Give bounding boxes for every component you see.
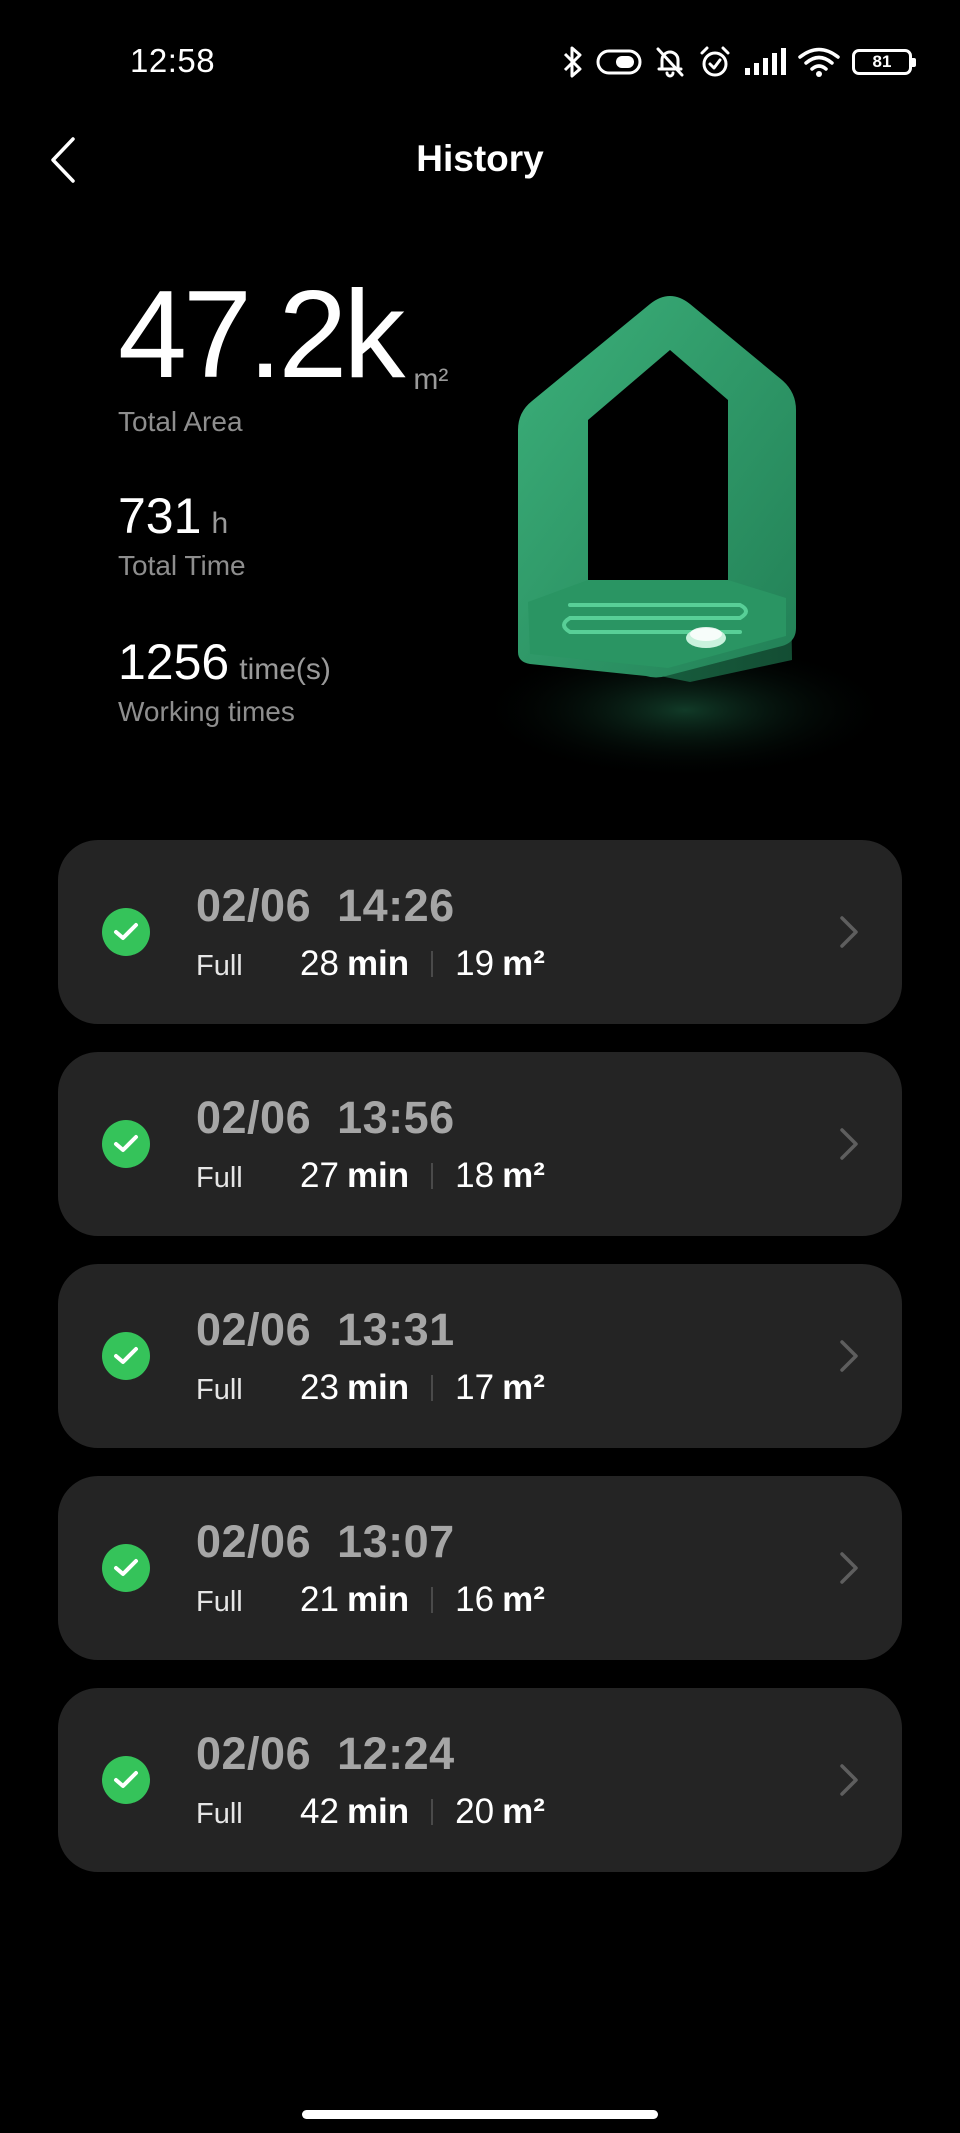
chevron-right-icon: [840, 916, 858, 948]
check-circle-icon: [102, 1332, 150, 1380]
record-divider: [431, 1163, 434, 1189]
record-duration: 27 min: [300, 1156, 409, 1196]
status-bar: 12:58 81: [0, 0, 960, 120]
record-area: 18 m²: [455, 1156, 545, 1196]
bell-off-icon: [654, 45, 686, 79]
record-duration-value: 21: [300, 1580, 339, 1619]
record-area: 16 m²: [455, 1580, 545, 1620]
record-area-unit: m²: [502, 1368, 545, 1407]
record-mode: Full: [196, 1162, 243, 1194]
bluetooth-icon: [562, 45, 584, 79]
record-duration-unit: min: [346, 1580, 410, 1619]
house-illustration: [475, 296, 890, 780]
working-times-stat: 1256 time(s) Working times: [118, 634, 518, 728]
alarm-icon: [698, 45, 732, 79]
record-area: 17 m²: [455, 1368, 545, 1408]
check-circle-icon: [102, 1544, 150, 1592]
record-area-value: 16: [455, 1580, 495, 1619]
record-duration-unit: min: [346, 1792, 410, 1831]
page-title: History: [416, 138, 544, 179]
check-circle-icon: [102, 1120, 150, 1168]
total-time-stat: 731 h Total Time: [118, 488, 518, 582]
signal-icon: [744, 48, 786, 76]
total-area-value: 47.2k: [118, 266, 405, 404]
working-times-value: 1256: [118, 634, 230, 690]
chevron-right-icon: [840, 1552, 858, 1584]
record-duration: 42 min: [300, 1792, 409, 1832]
record-duration-value: 42: [300, 1792, 339, 1831]
status-icons: 81: [562, 42, 916, 82]
chevron-right-icon: [840, 1340, 858, 1372]
total-area-unit: m²: [413, 363, 449, 396]
chevron-right-icon: [840, 1764, 858, 1796]
record-details: Full 42 min 20 m²: [196, 1792, 545, 1836]
history-record-card[interactable]: 02/06 14:26 Full 28 min 19 m²: [58, 840, 902, 1024]
record-area-value: 20: [455, 1792, 495, 1831]
record-duration-unit: min: [346, 944, 410, 983]
record-mode: Full: [196, 1374, 243, 1406]
working-times-unit: time(s): [239, 653, 331, 686]
record-area-unit: m²: [502, 1156, 545, 1195]
record-details: Full 28 min 19 m²: [196, 944, 545, 988]
total-area-stat: 47.2k m² Total Area: [118, 270, 518, 438]
record-area-unit: m²: [502, 1580, 545, 1619]
battery-level: 81: [872, 52, 892, 71]
total-time-unit: h: [211, 507, 229, 540]
record-area-value: 17: [455, 1368, 495, 1407]
record-mode: Full: [196, 950, 243, 982]
status-time: 12:58: [130, 42, 216, 79]
total-time-label: Total Time: [118, 550, 246, 581]
record-divider: [431, 1799, 434, 1825]
record-area-unit: m²: [502, 944, 545, 983]
record-divider: [431, 951, 434, 977]
history-record-card[interactable]: 02/06 13:56 Full 27 min 18 m²: [58, 1052, 902, 1236]
record-duration-value: 27: [300, 1156, 339, 1195]
history-record-card[interactable]: 02/06 13:07 Full 21 min 16 m²: [58, 1476, 902, 1660]
record-duration: 28 min: [300, 944, 409, 984]
record-date: 02/06 13:56: [196, 1092, 455, 1143]
battery-icon: 81: [852, 49, 916, 75]
history-list: 02/06 14:26 Full 28 min 19 m² 02/06 13:56 …: [58, 840, 902, 1900]
working-times-label: Working times: [118, 696, 295, 727]
toggle-icon: [596, 48, 642, 76]
record-duration: 21 min: [300, 1580, 409, 1620]
record-details: Full 21 min 16 m²: [196, 1580, 545, 1624]
record-mode: Full: [196, 1798, 243, 1830]
record-area-value: 18: [455, 1156, 495, 1195]
record-mode: Full: [196, 1586, 243, 1618]
record-date: 02/06 12:24: [196, 1728, 455, 1779]
record-details: Full 27 min 18 m²: [196, 1156, 545, 1200]
check-circle-icon: [102, 908, 150, 956]
record-duration-value: 23: [300, 1368, 339, 1407]
record-duration-unit: min: [346, 1156, 410, 1195]
record-duration: 23 min: [300, 1368, 409, 1408]
record-date: 02/06 14:26: [196, 880, 455, 931]
record-area-unit: m²: [502, 1792, 545, 1831]
record-area: 19 m²: [455, 944, 545, 984]
record-divider: [431, 1375, 434, 1401]
total-time-value: 731: [118, 488, 202, 544]
record-date: 02/06 13:07: [196, 1516, 455, 1567]
record-area-value: 19: [455, 944, 495, 983]
history-record-card[interactable]: 02/06 12:24 Full 42 min 20 m²: [58, 1688, 902, 1872]
record-date: 02/06 13:31: [196, 1304, 455, 1355]
header: History: [0, 120, 960, 202]
record-area: 20 m²: [455, 1792, 545, 1832]
total-area-label: Total Area: [118, 406, 243, 437]
home-indicator[interactable]: [302, 2110, 658, 2119]
wifi-icon: [798, 46, 840, 78]
record-duration-value: 28: [300, 944, 339, 983]
summary-stats: 47.2k m² Total Area 731 h Total Time 125…: [118, 270, 518, 728]
record-divider: [431, 1587, 434, 1613]
record-details: Full 23 min 17 m²: [196, 1368, 545, 1412]
check-circle-icon: [102, 1756, 150, 1804]
chevron-right-icon: [840, 1128, 858, 1160]
record-duration-unit: min: [346, 1368, 410, 1407]
history-record-card[interactable]: 02/06 13:31 Full 23 min 17 m²: [58, 1264, 902, 1448]
